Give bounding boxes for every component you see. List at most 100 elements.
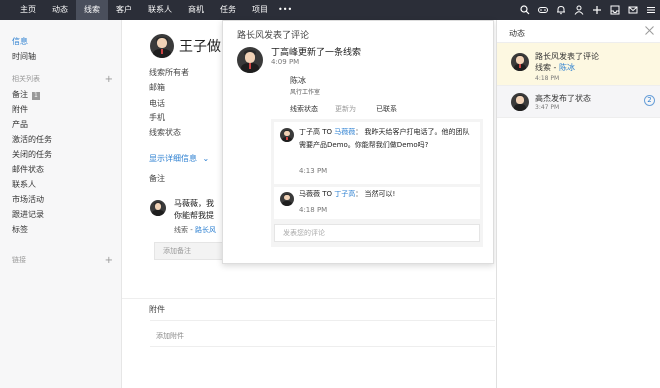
field-phone-label: 电话	[149, 99, 165, 108]
sidebar-item-campaigns[interactable]: 市场活动	[0, 192, 121, 207]
sidebar-item-notes[interactable]: 备注 1	[0, 87, 121, 102]
comment-time: 4:18 PM	[299, 206, 328, 214]
sidebar-item-products[interactable]: 产品	[0, 117, 121, 132]
comment-target-link[interactable]: 马薇薇	[334, 128, 355, 136]
feed-item-avatar	[511, 93, 529, 111]
lead-avatar	[150, 34, 174, 58]
gamepad-icon[interactable]	[538, 5, 548, 15]
add-link-icon[interactable]: +	[105, 253, 113, 268]
feed-item-subtitle: 线索 - 陈冰	[535, 62, 575, 73]
show-details-label: 显示详细信息	[149, 154, 197, 163]
plus-icon[interactable]	[592, 5, 602, 15]
notes-section-title: 备注	[149, 174, 165, 183]
post-time: 4:09 PM	[271, 58, 300, 66]
divider	[150, 346, 495, 347]
note-author: 马薇薇，我	[174, 199, 214, 208]
feed-title: 动态	[509, 29, 525, 38]
nav-contacts[interactable]: 联系人	[140, 0, 180, 20]
top-navigation-bar: 主页 动态 线索 客户 联系人 商机 任务 项目 •••	[0, 0, 660, 20]
sidebar-item-tags[interactable]: 标签	[0, 222, 121, 237]
card-field-updated: 更新为	[335, 105, 356, 113]
menu-icon[interactable]	[646, 5, 656, 15]
field-email-label: 邮箱	[149, 83, 165, 92]
nav-home[interactable]: 主页	[12, 0, 44, 20]
sidebar-item-attachments[interactable]: 附件	[0, 102, 121, 117]
notes-count-badge: 1	[32, 92, 40, 100]
comment-reply-input[interactable]: 发表您的评论	[274, 224, 480, 242]
comment-target-link[interactable]: 丁子高	[334, 190, 355, 198]
feed-item[interactable]: 高杰发布了状态 3:47 PM 2	[497, 86, 660, 118]
post-author-avatar	[237, 47, 263, 73]
popup-title: 路长风发表了评论	[237, 31, 310, 41]
feed-item-time: 4:18 PM	[535, 75, 560, 82]
post-title: 丁高峰更新了一条线索	[271, 48, 362, 58]
comment-to: TO	[322, 190, 333, 198]
inbox-icon[interactable]	[610, 5, 620, 15]
left-sidebar: 信息 时间轴 相关列表 + 备注 1 附件 产品 激活的任务 关闭的任务 邮件状态…	[0, 20, 122, 388]
nav-customers[interactable]: 客户	[108, 0, 140, 20]
card-company: 风行工作室	[290, 89, 321, 96]
feed-item-link[interactable]: 陈冰	[559, 63, 575, 72]
comment-item: 丁子高 TO 马薇薇： 我昨天给客户打电话了。他的团队 需要产品Demo。你能帮…	[274, 122, 480, 184]
attachments-section-title: 附件	[149, 305, 165, 314]
feed-item-title: 高杰发布了状态	[535, 94, 591, 103]
sidebar-group-label: 相关列表	[12, 75, 40, 83]
add-related-icon[interactable]: +	[105, 72, 113, 87]
note-author-avatar	[150, 200, 166, 216]
comment-author: 马薇薇	[299, 190, 320, 198]
feed-item-sub-prefix: 线索 -	[535, 63, 559, 72]
lead-name: 王子做	[179, 39, 221, 55]
add-attachment-link[interactable]: 添加附件	[156, 331, 184, 341]
sidebar-item-contacts[interactable]: 联系人	[0, 177, 121, 192]
add-note-input[interactable]: 添加备注	[154, 242, 226, 260]
note-reference-link[interactable]: 路长风	[195, 226, 216, 234]
nav-activity[interactable]: 动态	[44, 0, 76, 20]
comment-author-avatar	[280, 192, 294, 206]
comment-popup: 路长风发表了评论 丁高峰更新了一条线索 4:09 PM 陈冰 风行工作室 线索状…	[222, 20, 494, 264]
mail-icon[interactable]	[628, 5, 638, 15]
sidebar-item-label: 备注	[12, 90, 28, 99]
card-field-value: 已联系	[376, 105, 397, 113]
sidebar-group-related: 相关列表 +	[0, 72, 121, 87]
sidebar-group-links: 链接 +	[0, 253, 121, 268]
nav-tasks[interactable]: 任务	[212, 0, 244, 20]
comment-to: TO	[322, 128, 333, 136]
comment-line-1: 马薇薇 TO 丁子高： 当然可以!	[299, 189, 395, 199]
feed-item-count-badge: 2	[644, 95, 655, 106]
sidebar-item-closed-tasks[interactable]: 关闭的任务	[0, 147, 121, 162]
sidebar-item-info[interactable]: 信息	[0, 34, 121, 49]
note-reference-prefix: 线索 -	[174, 226, 195, 234]
feed-item[interactable]: 路长风发表了评论 线索 - 陈冰 4:18 PM	[497, 42, 660, 86]
bell-icon[interactable]	[556, 5, 566, 15]
nav-opportunities[interactable]: 商机	[180, 0, 212, 20]
search-icon[interactable]	[520, 5, 530, 15]
top-icon-group	[520, 0, 656, 20]
sidebar-item-timeline[interactable]: 时间轴	[0, 49, 121, 64]
chevron-down-icon: ⌄	[202, 154, 210, 163]
comment-text-continued: 需要产品Demo。你能帮我们做Demo吗?	[299, 141, 429, 149]
field-owner-label: 线索所有者	[149, 68, 189, 77]
comment-time: 4:13 PM	[299, 167, 328, 175]
nav-more[interactable]: •••	[276, 0, 294, 20]
sidebar-group-label: 链接	[12, 256, 26, 264]
nav-leads[interactable]: 线索	[76, 0, 108, 20]
field-mobile-label: 手机	[149, 113, 165, 122]
comment-author-avatar	[280, 128, 294, 142]
activity-feed-panel: 动态 路长风发表了评论 线索 - 陈冰 4:18 PM 高杰发布了状态 3:47…	[496, 20, 660, 388]
close-icon[interactable]	[645, 26, 654, 35]
nav-projects[interactable]: 项目	[244, 0, 276, 20]
user-icon[interactable]	[574, 5, 584, 15]
feed-item-avatar	[511, 53, 529, 71]
comment-thread: 丁子高 TO 马薇薇： 我昨天给客户打电话了。他的团队 需要产品Demo。你能帮…	[271, 119, 483, 247]
show-details-link[interactable]: 显示详细信息 ⌄	[149, 153, 209, 164]
sidebar-item-active-tasks[interactable]: 激活的任务	[0, 132, 121, 147]
card-field-status: 线索状态	[290, 105, 318, 113]
feed-item-title: 路长风发表了评论	[535, 52, 599, 61]
divider	[150, 320, 495, 321]
comment-line-1: 丁子高 TO 马薇薇： 我昨天给客户打电话了。他的团队	[299, 127, 470, 137]
sidebar-item-followups[interactable]: 跟进记录	[0, 207, 121, 222]
comment-text: ： 我昨天给客户打电话了。他的团队	[355, 128, 470, 136]
field-status-label: 线索状态	[149, 128, 181, 137]
note-text: 你能帮我提	[174, 211, 214, 220]
sidebar-item-email-status[interactable]: 邮件状态	[0, 162, 121, 177]
